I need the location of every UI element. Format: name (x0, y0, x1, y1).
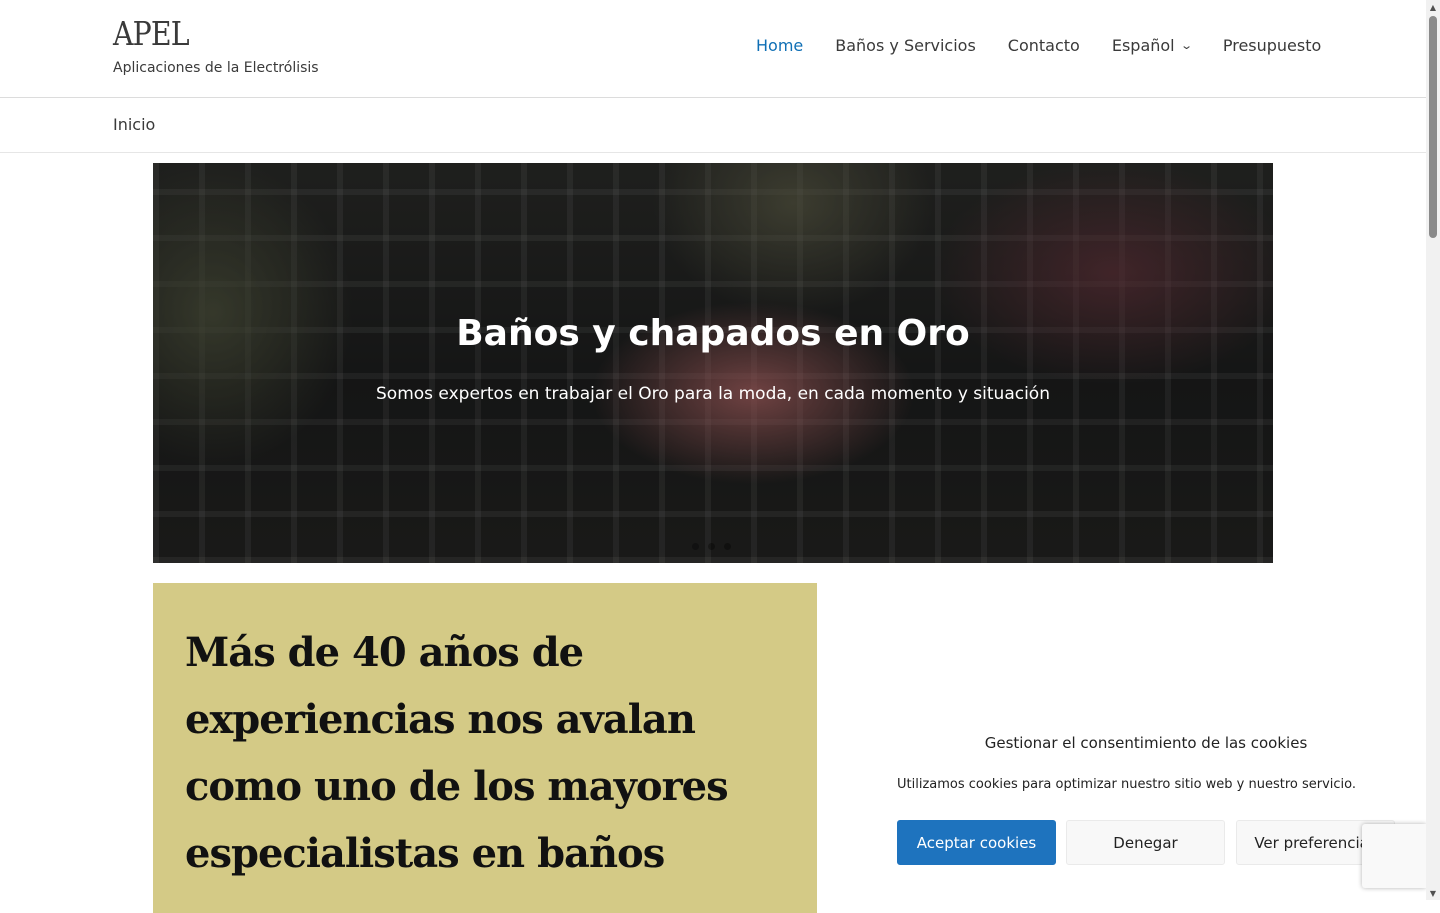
deny-cookies-button[interactable]: Denegar (1066, 820, 1225, 865)
nav-language-label: Español (1111, 36, 1175, 55)
cookie-message: Utilizamos cookies para optimizar nuestr… (897, 777, 1357, 792)
feature-heading: Más de 40 años de experiencias nos avala… (185, 629, 729, 877)
site-header: APEL Aplicaciones de la Electrólisis Hom… (0, 0, 1426, 98)
recaptcha-badge[interactable] (1362, 824, 1426, 888)
nav-banos-y-servicios[interactable]: Baños y Servicios (819, 36, 992, 55)
main-nav: Home Baños y Servicios Contacto Español … (740, 36, 1337, 55)
chevron-down-icon[interactable]: ⌄ (1180, 39, 1193, 52)
slider-pagination (692, 543, 731, 550)
breadcrumb-item-inicio[interactable]: Inicio (113, 115, 155, 134)
arrow-up-icon[interactable]: ▲ (1426, 0, 1440, 14)
hero-subtitle: Somos expertos en trabajar el Oro para l… (376, 384, 1050, 404)
scrollbar-thumb[interactable] (1429, 16, 1437, 238)
hero-title: Baños y chapados en Oro (456, 313, 970, 354)
feature-box: Más de 40 años de experiencias nos avala… (153, 583, 817, 913)
arrow-down-icon[interactable]: ▼ (1426, 886, 1440, 900)
site-tagline: Aplicaciones de la Electrólisis (113, 60, 319, 76)
nav-language[interactable]: Español ⌄ (1096, 36, 1207, 55)
slider-dot-2[interactable] (708, 543, 715, 550)
slider-dot-3[interactable] (724, 543, 731, 550)
cookie-consent-banner: Gestionar el consentimiento de las cooki… (877, 700, 1415, 900)
site-title[interactable]: APEL (113, 14, 190, 53)
nav-presupuesto[interactable]: Presupuesto (1207, 36, 1337, 55)
cookie-title: Gestionar el consentimiento de las cooki… (984, 734, 1308, 752)
hero-slider[interactable]: Baños y chapados en Oro Somos expertos e… (153, 163, 1273, 563)
nav-home[interactable]: Home (740, 36, 819, 55)
scrollbar[interactable]: ▲ ▼ (1426, 0, 1440, 900)
slider-dot-1[interactable] (692, 543, 699, 550)
breadcrumb: Inicio (0, 98, 1426, 153)
nav-contacto[interactable]: Contacto (992, 36, 1096, 55)
accept-cookies-button[interactable]: Aceptar cookies (897, 820, 1056, 865)
